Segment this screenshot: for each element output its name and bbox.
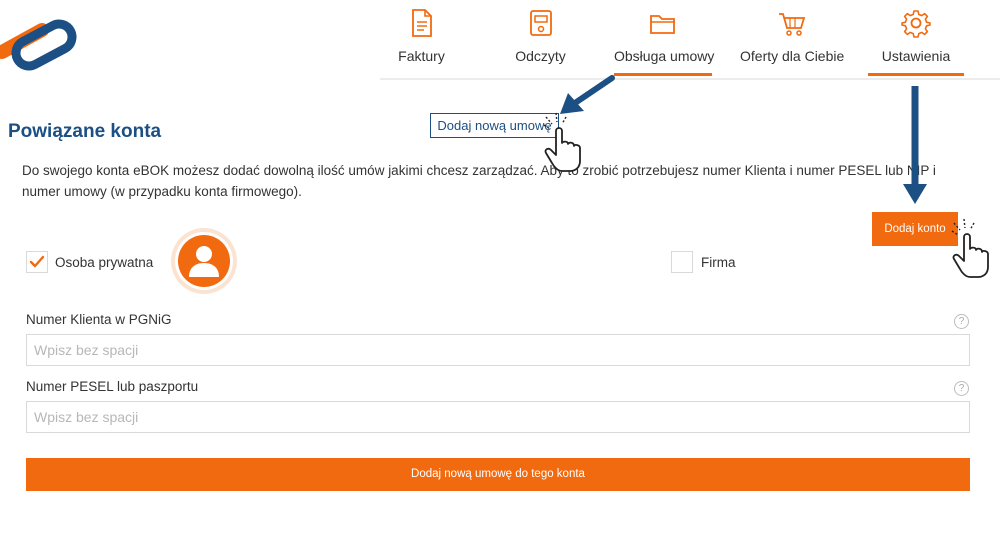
page-title: Powiązane konta — [8, 121, 162, 142]
nav-item-faktury[interactable]: Faktury — [380, 0, 463, 78]
nav-label: Oferty dla Ciebie — [740, 48, 845, 64]
active-tab-indicator — [868, 73, 964, 76]
client-number-input[interactable] — [26, 334, 970, 366]
add-account-button[interactable]: Dodaj konto — [872, 212, 958, 246]
main-nav: Faktury Odczyty Obsługa umowy Oferty dla… — [380, 0, 1000, 80]
active-tab-indicator — [614, 73, 712, 76]
folder-icon — [650, 15, 675, 34]
page-description: Do swojego konta eBOK możesz dodać dowol… — [22, 163, 936, 199]
nav-label: Obsługa umowy — [614, 48, 715, 64]
help-icon[interactable]: ? — [954, 381, 969, 396]
nav-label: Ustawienia — [881, 48, 951, 64]
pesel-input[interactable] — [26, 401, 970, 433]
nav-label: Odczyty — [515, 48, 566, 64]
nav-item-odczyty[interactable]: Odczyty — [493, 0, 588, 78]
checkmark-icon — [29, 255, 45, 268]
cart-icon — [779, 13, 806, 36]
add-contract-link[interactable]: Dodaj nową umowę — [430, 113, 559, 138]
gear-icon — [901, 10, 931, 38]
pgnig-logo-icon — [0, 19, 77, 71]
private-person-label: Osoba prywatna — [55, 255, 154, 270]
company-label: Firma — [701, 255, 736, 270]
nav-item-ustawienia[interactable]: Ustawienia — [868, 0, 964, 78]
pesel-label: Numer PESEL lub paszportu — [26, 379, 199, 394]
help-icon[interactable]: ? — [954, 314, 969, 329]
arrow-icon — [560, 75, 615, 114]
submit-add-contract-button[interactable]: Dodaj nową umowę do tego konta — [26, 458, 970, 491]
nav-item-oferty[interactable]: Oferty dla Ciebie — [740, 0, 844, 78]
nav-label: Faktury — [398, 48, 445, 64]
person-avatar-icon — [171, 228, 237, 294]
company-checkbox[interactable] — [671, 251, 693, 273]
meter-icon — [529, 10, 552, 36]
nav-item-obsluga-umowy[interactable]: Obsługa umowy — [614, 0, 715, 78]
client-number-label: Numer Klienta w PGNiG — [26, 312, 172, 327]
private-person-checkbox[interactable] — [26, 251, 48, 273]
invoice-icon — [411, 9, 432, 37]
